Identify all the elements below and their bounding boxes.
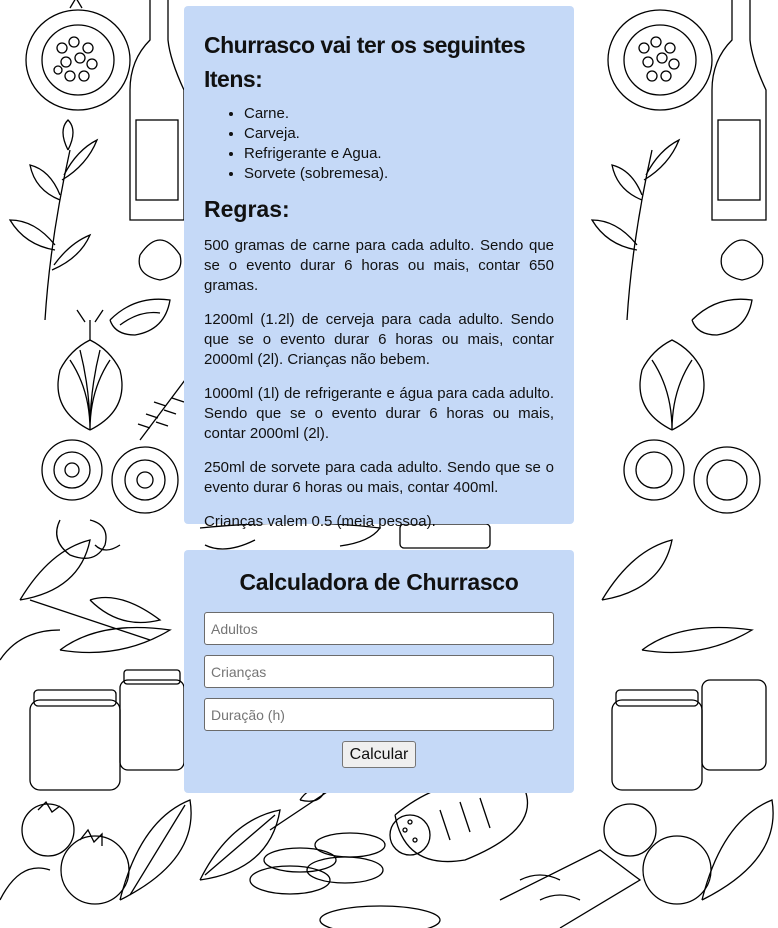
rule-meat: 500 gramas de carne para cada adulto. Se… xyxy=(204,237,554,294)
mushroom-icon xyxy=(41,439,179,559)
rule-ice-cream: 250ml de sorvete para cada adulto. Sendo… xyxy=(204,459,554,496)
sliced-sausage-icon xyxy=(249,832,386,895)
rules-heading: Regras: xyxy=(204,196,290,222)
calculator-panel: Calculadora de Churrasco Calcular xyxy=(184,550,574,793)
list-item: Carveja. xyxy=(244,124,554,144)
rule-children: Crianças valem 0.5 (meia pessoa). xyxy=(204,513,436,530)
adults-input[interactable] xyxy=(204,612,554,645)
herb-icon xyxy=(8,119,99,321)
items-heading: Churrasco vai ter os seguintes Itens: xyxy=(204,32,526,92)
wine-bottle-icon xyxy=(129,0,185,221)
asparagus-icon xyxy=(269,788,331,831)
salami-icon xyxy=(389,781,529,863)
rosemary-icon xyxy=(137,379,186,441)
cheese-icon xyxy=(499,849,642,928)
right-doodle-column xyxy=(590,0,774,905)
tomato-icon xyxy=(21,800,130,905)
items-list: Carne. Carveja. Refrigerante e Agua. Sor… xyxy=(204,104,554,184)
list-item: Carne. xyxy=(244,104,554,124)
calculate-button[interactable]: Calcular xyxy=(341,741,417,768)
rules-panel: Churrasco vai ter os seguintes Itens: Ca… xyxy=(184,6,574,530)
onion-icon xyxy=(57,309,123,431)
spinach-icon xyxy=(0,799,192,901)
center-leaf-icon xyxy=(199,809,281,881)
jar-icon xyxy=(29,669,185,791)
rule-soda-water: 1000ml (1l) de refrigerante e água para … xyxy=(204,385,554,442)
pomegranate-icon xyxy=(25,0,131,111)
list-item: Refrigerante e Agua. xyxy=(244,144,554,164)
list-item: Sorvete (sobremesa). xyxy=(244,164,554,184)
bread-icon xyxy=(319,905,441,928)
calculator-title: Calculadora de Churrasco xyxy=(239,569,519,595)
kids-input[interactable] xyxy=(204,655,554,688)
garlic-icon xyxy=(109,239,182,336)
button-row: Calcular xyxy=(204,741,554,768)
duration-input[interactable] xyxy=(204,698,554,731)
rule-beer: 1200ml (1.2l) de cerveja para cada adult… xyxy=(204,311,554,368)
